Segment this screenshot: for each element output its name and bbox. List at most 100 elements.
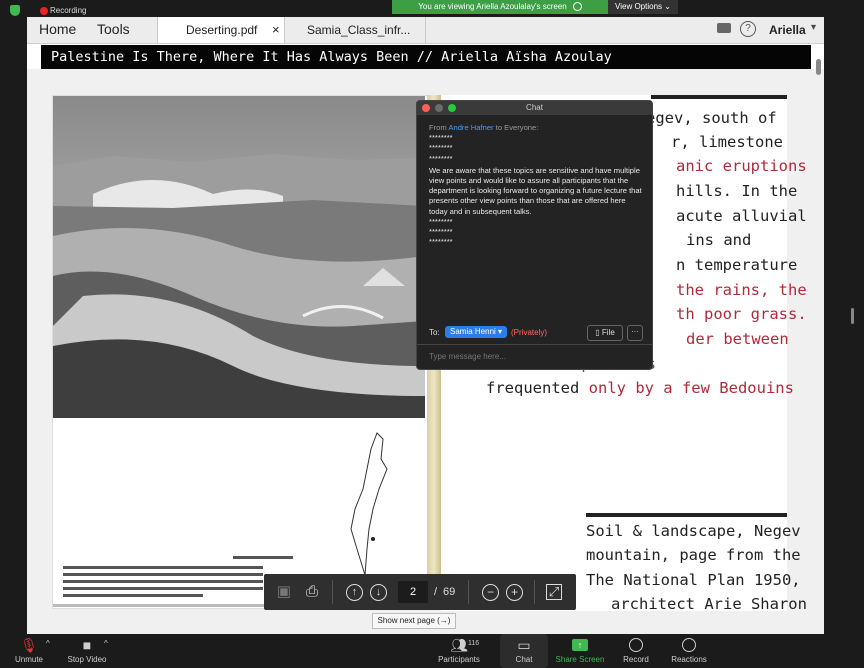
text-line-5: acute alluvial	[676, 207, 807, 225]
save-icon[interactable]: ▣	[274, 582, 294, 602]
message-header: From Andre Hafner to Everyone:	[429, 123, 642, 133]
fit-page-icon[interactable]: ⤢	[546, 584, 562, 600]
tab-samia-class[interactable]: Samia_Class_infr...	[284, 17, 426, 43]
share-screen-icon: ↑	[572, 639, 588, 651]
participants-count: 116	[468, 640, 480, 647]
comment-icon[interactable]	[717, 23, 731, 33]
landscape-photo	[53, 96, 425, 418]
record-dot-icon	[40, 7, 48, 15]
text-line-9: th poor grass.	[676, 305, 807, 323]
text-line-3: anic eruptions	[676, 157, 807, 175]
sender-name[interactable]: Andre Hafner	[448, 123, 493, 132]
recipient-row: To: Samia Henni ▾ (Privately) ▯ File ···	[429, 325, 644, 341]
tab-deserting[interactable]: Deserting.pdf ×	[157, 17, 285, 43]
side-drag-handle[interactable]	[851, 308, 854, 324]
nav-home[interactable]: Home	[39, 21, 76, 37]
caption-line-2: mountain, page from the	[586, 546, 801, 564]
privately-label: (Privately)	[511, 328, 548, 337]
chat-button[interactable]: ▭ Chat	[500, 634, 548, 668]
stop-video-button[interactable]: ■ ^ Stop Video	[52, 634, 122, 668]
close-tab-icon[interactable]: ×	[272, 17, 280, 43]
video-options-chevron-icon[interactable]: ^	[104, 639, 108, 648]
page-separator: /	[434, 586, 438, 598]
view-options-button[interactable]: View Options ⌄	[608, 0, 678, 14]
status-dot-icon	[572, 2, 582, 12]
tab-samia-class-label: Samia_Class_infr...	[307, 23, 411, 37]
message-stars: ********	[429, 237, 453, 247]
close-window-icon[interactable]	[422, 104, 430, 112]
scrollbar-thumb[interactable]	[816, 59, 821, 75]
text-line-1: egev, south of	[646, 109, 777, 127]
previous-page-icon[interactable]: ↑	[346, 584, 363, 601]
text-line-4: hills. In the	[676, 182, 798, 200]
text-line-7: n temperature	[676, 256, 798, 274]
message-stars: ********	[429, 227, 453, 237]
recipient-name: Samia Henni	[450, 327, 496, 336]
next-page-icon[interactable]: ↓	[370, 584, 387, 601]
shield-icon	[10, 5, 20, 16]
message-stars: ********	[429, 133, 453, 143]
chat-title: Chat	[526, 103, 543, 112]
text-line-6: ins and	[686, 231, 752, 249]
screen-share-banner: You are viewing Ariella Azoulalay's scre…	[392, 0, 678, 14]
audio-options-chevron-icon[interactable]: ^	[46, 639, 50, 648]
viewing-notice-text: You are viewing Ariella Azoulalay's scre…	[418, 2, 567, 11]
recording-label: Recording	[50, 6, 87, 15]
view-options-label: View Options	[615, 2, 663, 11]
chevron-down-icon: ⌄	[664, 2, 671, 11]
minimize-window-icon[interactable]	[435, 104, 443, 112]
file-label: File	[601, 328, 615, 337]
chat-messages: From Andre Hafner to Everyone: ******** …	[429, 123, 642, 247]
text-line-12: frequented only by a few Bedouins	[486, 379, 794, 397]
document-title: Palestine Is There, Where It Has Always …	[41, 45, 811, 69]
print-icon[interactable]: ⎙	[302, 582, 322, 602]
message-body: We are aware that these topics are sensi…	[429, 165, 642, 216]
nav-tools[interactable]: Tools	[97, 21, 130, 37]
viewing-notice: You are viewing Ariella Azoulalay's scre…	[392, 0, 608, 14]
participants-button[interactable]: 👥︎ 116 Participants	[424, 634, 494, 668]
help-icon[interactable]: ?	[740, 21, 756, 37]
participants-label: Participants	[438, 655, 480, 664]
help-glyph: ?	[745, 23, 751, 34]
text-line-10: der between	[686, 330, 789, 348]
zoom-in-icon[interactable]: +	[506, 584, 523, 601]
caption-line-3: The National Plan 1950,	[586, 571, 801, 589]
reactions-label: Reactions	[671, 655, 707, 664]
maximize-window-icon[interactable]	[448, 104, 456, 112]
file-icon: ▯	[595, 328, 600, 337]
stop-video-label: Stop Video	[67, 655, 107, 664]
reactions-smiley-icon	[682, 638, 696, 652]
acrobat-toolbar: Home Tools Deserting.pdf × Samia_Class_i…	[27, 17, 824, 44]
text-line-8: the rains, the	[676, 281, 807, 299]
pdf-page-toolbar: ▣ ⎙ ↑ ↓ 2 / 69 − + ⤢	[264, 574, 576, 610]
chat-message-input[interactable]	[427, 346, 646, 366]
tab-deserting-label: Deserting.pdf	[186, 23, 258, 37]
page-number-input[interactable]: 2	[398, 581, 428, 603]
zoom-out-icon[interactable]: −	[482, 584, 499, 601]
recording-indicator: Recording	[10, 5, 90, 17]
map-outline	[350, 432, 388, 576]
message-stars: ********	[429, 153, 453, 163]
tooltip: Show next page (→)	[372, 613, 456, 629]
landscape-photo-graphic	[53, 96, 425, 418]
reactions-button[interactable]: Reactions	[654, 634, 724, 668]
chat-window: Chat From Andre Hafner to Everyone: ****…	[416, 100, 653, 370]
user-name[interactable]: Ariella	[769, 23, 806, 37]
file-button[interactable]: ▯ File	[587, 325, 623, 341]
meeting-controls-bar: 🎙︎ ^ Unmute ■ ^ Stop Video 👥︎ 116 Partic…	[0, 634, 864, 668]
from-prefix: From	[429, 123, 447, 132]
to-label: To:	[429, 328, 440, 337]
left-page	[52, 95, 432, 609]
caption-line-4: architect Arie Sharon	[611, 595, 807, 613]
video-camera-icon: ■	[82, 637, 92, 653]
user-chevron-icon[interactable]: ▾	[811, 22, 816, 33]
page-total: 69	[443, 586, 456, 598]
text-line-2: r, limestone	[671, 133, 783, 151]
participants-icon: 👥︎	[450, 637, 468, 653]
message-stars: ********	[429, 143, 453, 153]
more-options-button[interactable]: ···	[627, 325, 643, 341]
message-stars: ********	[429, 216, 453, 226]
from-suffix: to Everyone:	[495, 123, 539, 132]
recipient-select[interactable]: Samia Henni ▾	[445, 326, 508, 338]
record-icon	[629, 638, 643, 652]
